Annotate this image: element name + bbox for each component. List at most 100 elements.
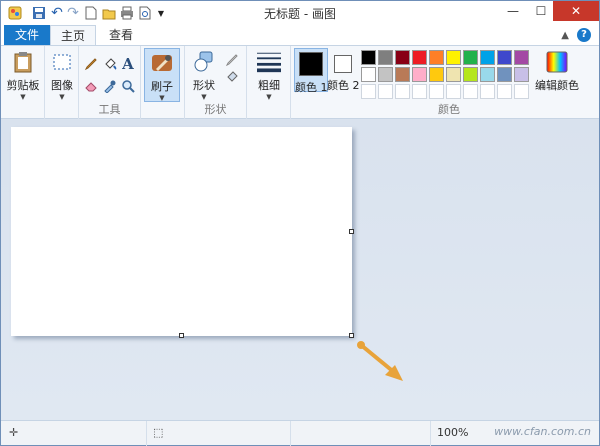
watermark-text: www.cfan.com.cn (494, 425, 591, 438)
color-picker-icon[interactable] (101, 77, 119, 95)
palette-swatch[interactable] (412, 84, 427, 99)
palette-swatch[interactable] (361, 50, 376, 65)
paint-window: ↶ ↷ ▼ 无标题 - 画图 — ☐ ✕ 文件 主页 查看 ▲ ? 剪贴板 ▼ … (0, 0, 600, 446)
shapes-button[interactable]: 形状 ▼ (188, 48, 220, 101)
image-label: 图像 (51, 79, 73, 92)
maximize-icon[interactable]: ☐ (527, 1, 555, 21)
shapes-dropdown-icon: ▼ (201, 93, 207, 101)
clipboard-label: 剪贴板 (6, 79, 40, 92)
palette-swatch[interactable] (446, 67, 461, 82)
color2-button[interactable]: 颜色 2 (327, 48, 360, 93)
palette-swatch[interactable] (446, 84, 461, 99)
color2-label: 颜色 2 (327, 79, 360, 92)
pencil-icon[interactable] (82, 55, 100, 73)
brush-dropdown-icon: ▼ (159, 94, 165, 102)
help-area: ▲ ? (561, 28, 591, 42)
palette-swatch[interactable] (395, 50, 410, 65)
palette-swatch[interactable] (395, 84, 410, 99)
brush-group: 刷子 ▼ (141, 46, 185, 119)
edit-colors-icon (545, 50, 569, 74)
edit-colors-button[interactable]: 编辑颜色 (535, 48, 579, 93)
color1-label: 颜色 1 (295, 81, 328, 94)
zoom-level: 100% (437, 426, 469, 439)
minimize-icon[interactable]: — (499, 1, 527, 21)
color2-swatch (334, 55, 352, 73)
file-size-cell (291, 421, 431, 446)
arrow-annotation (357, 341, 403, 381)
title-bar: ↶ ↷ ▼ 无标题 - 画图 — ☐ ✕ (1, 1, 599, 25)
palette-swatch[interactable] (429, 50, 444, 65)
palette-swatch[interactable] (514, 50, 529, 65)
tools-group: A 工具 (79, 46, 141, 119)
image-dropdown-icon: ▼ (59, 93, 65, 101)
select-icon (50, 50, 74, 74)
clipboard-dropdown-icon: ▼ (20, 93, 26, 101)
image-button[interactable]: 图像 ▼ (47, 48, 77, 101)
palette-swatch[interactable] (514, 67, 529, 82)
resize-handle-right[interactable] (349, 229, 354, 234)
cursor-position-cell: ✛ (1, 421, 147, 446)
eraser-icon[interactable] (82, 77, 100, 95)
clipboard-icon (11, 50, 35, 74)
ribbon: 剪贴板 ▼ 图像 ▼ A 工具 刷子 ▼ 形状 ▼ 形状 粗细 ▼ 颜色 1 颜… (1, 45, 599, 119)
palette-swatch[interactable] (429, 67, 444, 82)
edit-colors-label: 编辑颜色 (535, 79, 579, 92)
fill-icon[interactable] (101, 55, 119, 73)
palette-swatch[interactable] (361, 84, 376, 99)
palette-swatch[interactable] (412, 67, 427, 82)
colors-group-label: 颜色 (438, 103, 460, 116)
palette-swatch[interactable] (463, 50, 478, 65)
drawing-canvas[interactable] (11, 127, 352, 336)
clipboard-button[interactable]: 剪贴板 ▼ (6, 48, 40, 101)
colors-group: 编辑颜色 颜色 (359, 46, 599, 119)
palette-swatch[interactable] (378, 84, 393, 99)
palette-swatch[interactable] (378, 67, 393, 82)
palette-swatch[interactable] (463, 84, 478, 99)
magnifier-icon[interactable] (119, 77, 137, 95)
palette-swatch[interactable] (446, 50, 461, 65)
selection-size-cell: ⬚ (147, 421, 291, 446)
active-colors-group: 颜色 1 颜色 2 (291, 46, 360, 119)
palette-swatch[interactable] (395, 67, 410, 82)
palette-swatch[interactable] (412, 50, 427, 65)
palette-swatch[interactable] (480, 50, 495, 65)
brush-label: 刷子 (151, 80, 173, 93)
tab-home[interactable]: 主页 (50, 25, 96, 45)
cursor-position-icon: ✛ (9, 426, 19, 439)
resize-handle-bottom[interactable] (179, 333, 184, 338)
palette-swatch[interactable] (463, 67, 478, 82)
size-button[interactable]: 粗细 ▼ (251, 48, 287, 101)
outline-icon[interactable] (223, 51, 241, 69)
tools-group-label: 工具 (98, 103, 121, 116)
shapes-label: 形状 (193, 79, 215, 92)
selection-size-icon: ⬚ (153, 426, 164, 439)
text-icon[interactable]: A (119, 55, 137, 73)
close-icon[interactable]: ✕ (553, 1, 599, 21)
clipboard-group: 剪贴板 ▼ (1, 46, 45, 119)
resize-handle-corner[interactable] (349, 333, 354, 338)
help-icon[interactable]: ? (577, 28, 591, 42)
canvas-workspace (1, 119, 599, 420)
color1-button[interactable]: 颜色 1 (294, 48, 328, 94)
ribbon-tabs: 文件 主页 查看 ▲ ? (1, 25, 599, 45)
fill-shape-icon[interactable] (223, 68, 241, 86)
palette-swatch[interactable] (497, 67, 512, 82)
palette-swatch[interactable] (480, 84, 495, 99)
shapes-group: 形状 ▼ 形状 (185, 46, 247, 119)
color1-swatch (299, 52, 323, 76)
status-bar: ✛ ⬚ 100% www.cfan.com.cn (1, 420, 599, 446)
shapes-icon (192, 50, 216, 74)
line-size-icon (257, 50, 281, 74)
palette-swatch[interactable] (514, 84, 529, 99)
palette-swatch[interactable] (429, 84, 444, 99)
palette-swatch[interactable] (378, 50, 393, 65)
palette-swatch[interactable] (497, 50, 512, 65)
brush-icon (150, 51, 174, 75)
palette-swatch[interactable] (480, 67, 495, 82)
palette-swatch[interactable] (497, 84, 512, 99)
palette-swatch[interactable] (361, 67, 376, 82)
tab-file[interactable]: 文件 (4, 25, 50, 45)
collapse-ribbon-icon[interactable]: ▲ (561, 30, 569, 41)
brush-button[interactable]: 刷子 ▼ (144, 48, 180, 102)
tab-view[interactable]: 查看 (99, 25, 143, 45)
